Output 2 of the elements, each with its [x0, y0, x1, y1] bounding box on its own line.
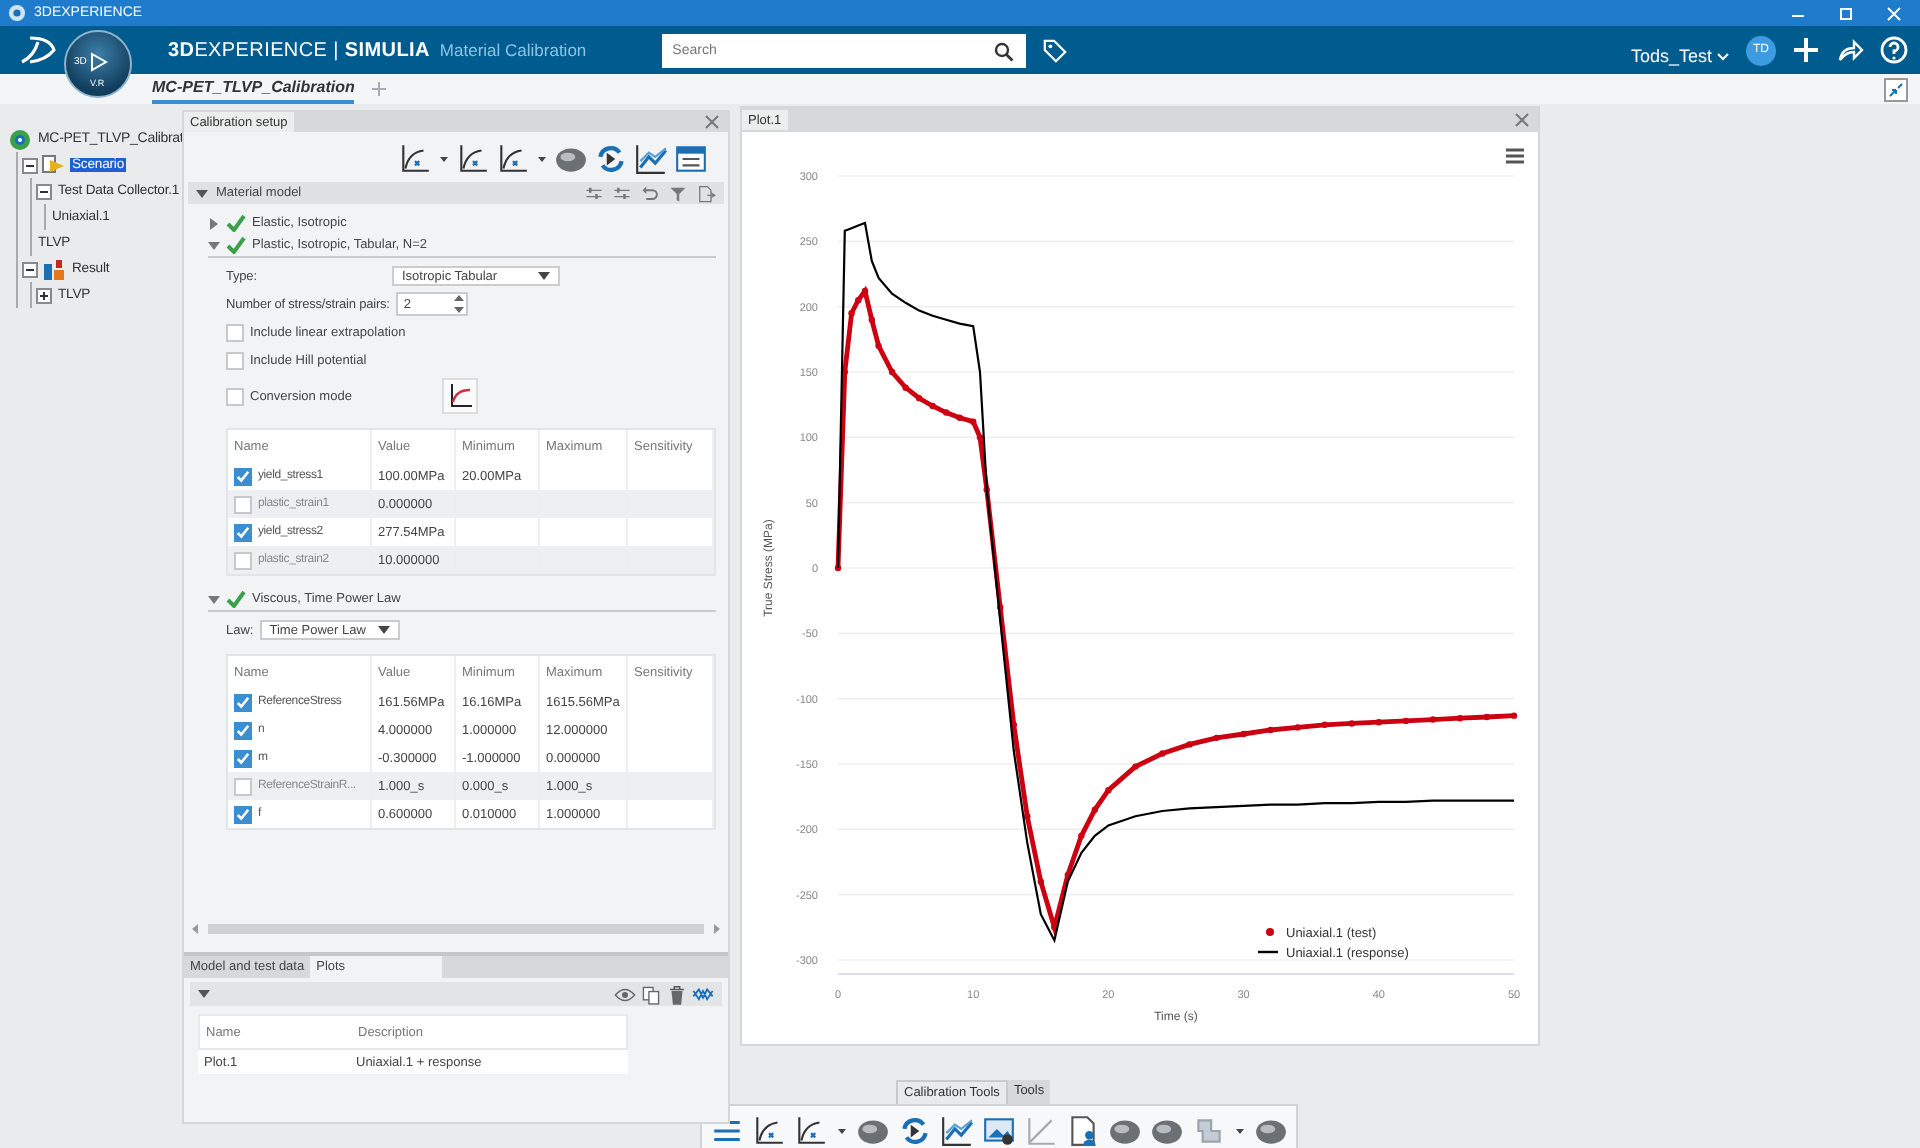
- app-name: Material Calibration: [439, 40, 587, 60]
- app-brand: 3DEXPERIENCE | SIMULIA: [168, 39, 430, 61]
